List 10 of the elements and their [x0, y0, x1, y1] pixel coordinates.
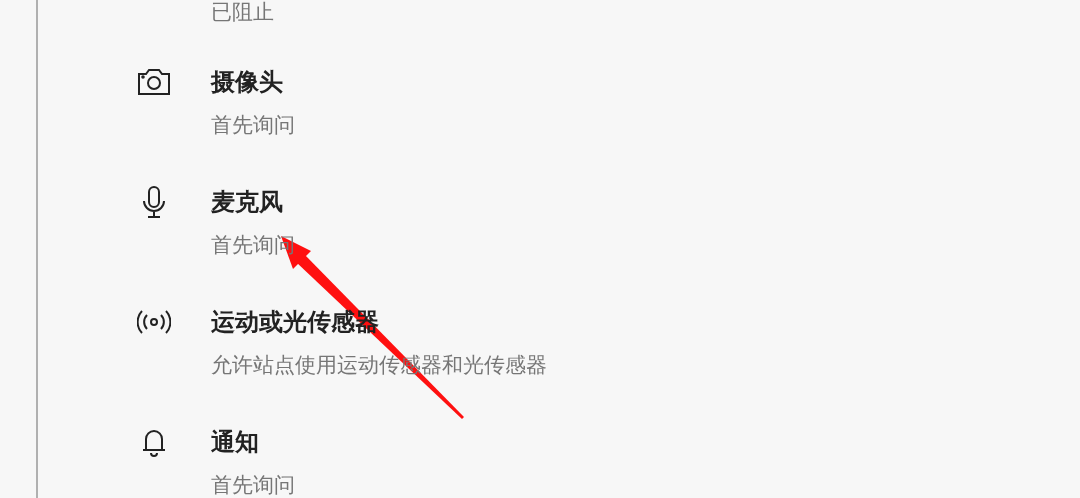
camera-icon	[137, 68, 171, 96]
permission-title[interactable]: 摄像头	[211, 62, 295, 102]
permission-title[interactable]: 麦克风	[211, 182, 295, 222]
permission-status: 已阻止	[211, 0, 274, 24]
bell-icon	[141, 427, 167, 457]
permission-title[interactable]: 通知	[211, 422, 295, 462]
sensor-icon	[137, 310, 171, 334]
microphone-icon	[141, 186, 167, 218]
permission-status: 首先询问	[211, 113, 295, 137]
permission-status: 首先询问	[211, 473, 295, 497]
